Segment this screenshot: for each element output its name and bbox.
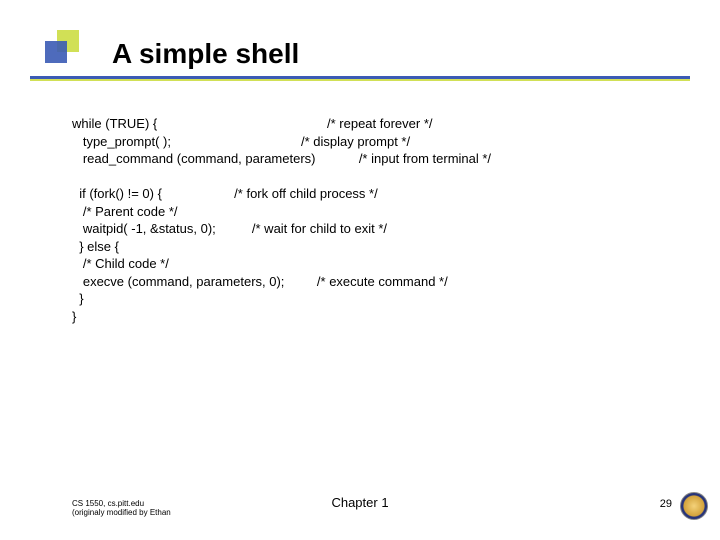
footer-chapter: Chapter 1 [0,495,720,510]
slide-title: A simple shell [112,38,299,70]
title-bullet-icon [45,30,67,52]
university-seal-icon [680,492,708,520]
code-block: while (TRUE) { /* repeat forever */ type… [72,115,672,326]
title-underline [30,76,690,79]
page-number: 29 [660,498,672,510]
